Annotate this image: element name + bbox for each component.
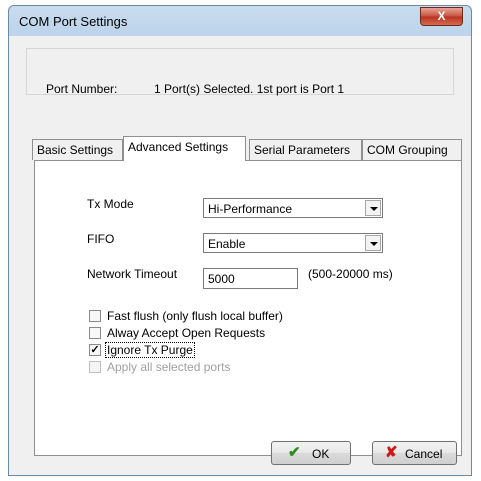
- tab-advanced-settings-label: Advanced Settings: [128, 140, 229, 154]
- network-timeout-input[interactable]: 5000: [203, 268, 298, 289]
- ok-button[interactable]: ✔ OK: [271, 441, 351, 465]
- cancel-button[interactable]: ✘ Cancel: [372, 441, 457, 465]
- chevron-down-icon[interactable]: [365, 235, 381, 251]
- network-timeout-value: 5000: [208, 272, 235, 286]
- apply-all-ports-checkbox: [89, 361, 101, 373]
- red-x-icon: ✘: [385, 444, 398, 461]
- tx-mode-label: Tx Mode: [87, 197, 134, 211]
- checkmark-icon: ✔: [288, 444, 301, 461]
- tab-com-grouping[interactable]: COM Grouping: [362, 139, 462, 160]
- cancel-button-label: Cancel: [405, 447, 443, 461]
- port-number-label: Port Number:: [46, 82, 118, 96]
- dialog-body: Port Number: 1 Port(s) Selected. 1st por…: [16, 36, 464, 469]
- fast-flush-label: Fast flush (only flush local buffer): [107, 309, 283, 323]
- title-bar[interactable]: COM Port Settings X: [9, 6, 471, 36]
- ok-button-label: OK: [312, 447, 330, 461]
- accept-open-requests-label: Alway Accept Open Requests: [107, 326, 266, 340]
- advanced-settings-panel: Tx Mode Hi-Performance FIFO Enable Netwo…: [34, 160, 462, 456]
- tab-com-grouping-label: COM Grouping: [367, 143, 448, 157]
- fifo-select[interactable]: Enable: [203, 233, 383, 253]
- tab-serial-parameters-label: Serial Parameters: [254, 143, 351, 157]
- com-port-settings-dialog: COM Port Settings X Port Number: 1 Port(…: [8, 5, 472, 476]
- tab-basic-settings-label: Basic Settings: [37, 143, 114, 157]
- accept-open-requests-checkbox[interactable]: [89, 327, 101, 339]
- fifo-label: FIFO: [87, 232, 115, 246]
- tab-basic-settings[interactable]: Basic Settings: [32, 139, 123, 160]
- apply-all-ports-label: Apply all selected ports: [107, 360, 231, 374]
- ignore-tx-purge-checkbox[interactable]: ✓: [89, 344, 101, 356]
- tx-mode-select[interactable]: Hi-Performance: [203, 198, 383, 218]
- tab-serial-parameters[interactable]: Serial Parameters: [249, 139, 362, 160]
- network-timeout-label: Network Timeout: [87, 267, 178, 281]
- port-number-value: 1 Port(s) Selected. 1st port is Port 1: [154, 82, 345, 96]
- close-icon: X: [437, 9, 446, 23]
- close-button[interactable]: X: [420, 7, 463, 26]
- tab-advanced-settings[interactable]: Advanced Settings: [123, 136, 246, 161]
- fifo-value: Enable: [208, 237, 246, 251]
- fast-flush-checkbox[interactable]: [89, 310, 101, 322]
- chevron-down-icon[interactable]: [365, 200, 381, 216]
- tx-mode-value: Hi-Performance: [208, 202, 293, 216]
- window-title: COM Port Settings: [19, 14, 128, 29]
- ignore-tx-purge-label: Ignore Tx Purge: [105, 342, 195, 358]
- network-timeout-hint: (500-20000 ms): [308, 267, 393, 281]
